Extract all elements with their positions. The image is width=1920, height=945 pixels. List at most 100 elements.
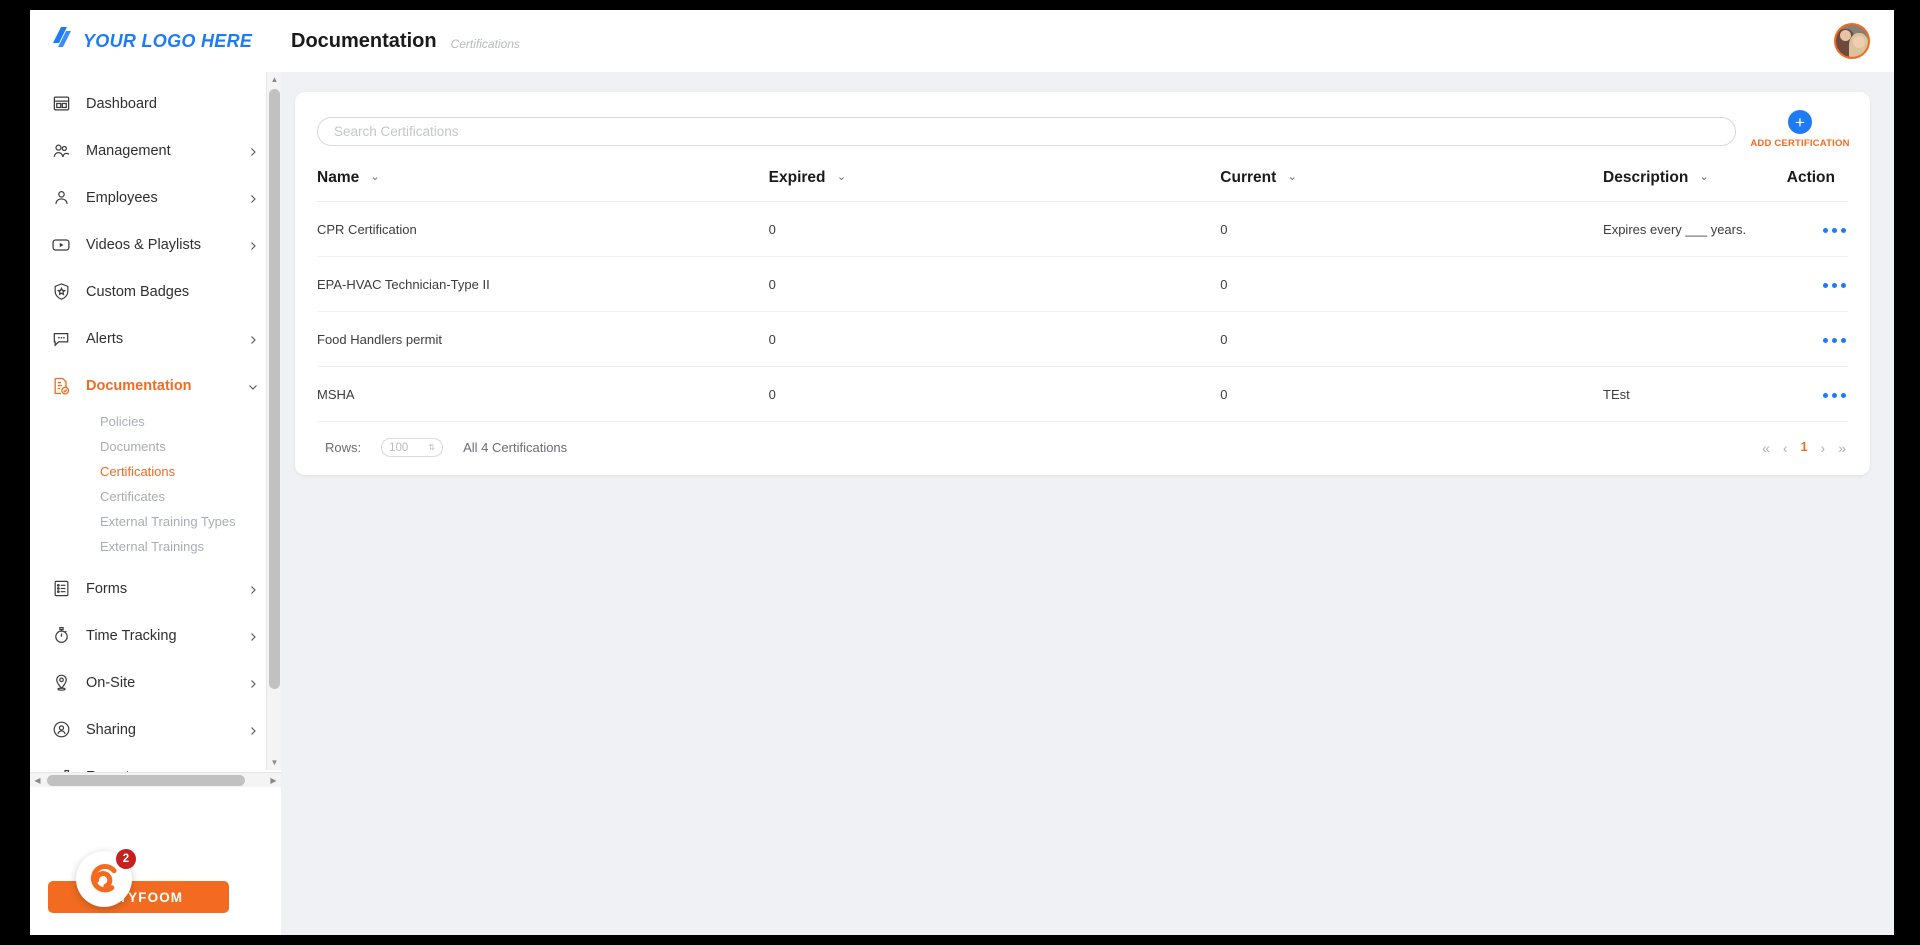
subnav-item-external-training-types[interactable]: External Training Types [30, 509, 281, 534]
page-subtitle: Certifications [451, 32, 520, 51]
column-header-action: Action [1787, 159, 1848, 202]
subnav-item-external-trainings[interactable]: External Trainings [30, 534, 281, 559]
column-header-expired[interactable]: Expired ⌄ [769, 159, 1221, 202]
dashboard-icon [50, 93, 72, 115]
search-input[interactable] [317, 117, 1736, 146]
sidebar-item-dashboard[interactable]: Dashboard [30, 80, 281, 127]
cell-description: Expires every ___ years. [1603, 202, 1787, 257]
table-row[interactable]: EPA-HVAC Technician-Type II 0 0 [317, 257, 1848, 312]
slash-mark-icon [50, 25, 74, 57]
stepper-updown-icon: ⇅ [428, 444, 435, 452]
table-row[interactable]: MSHA 0 0 TEst [317, 367, 1848, 422]
subnav-item-label: Certifications [100, 464, 175, 479]
cell-name: EPA-HVAC Technician-Type II [317, 257, 769, 312]
document-check-icon [50, 375, 72, 397]
avatar[interactable] [1834, 23, 1870, 59]
sidebar-item-sharing[interactable]: Sharing [30, 706, 281, 753]
subnav-item-label: Certificates [100, 489, 165, 504]
sidebar-item-label: Custom Badges [86, 284, 259, 300]
sidebar-vertical-scrollbar[interactable]: ▲ ▼ [266, 72, 281, 770]
sidebar-item-label: Employees [86, 190, 233, 206]
cell-name: Food Handlers permit [317, 312, 769, 367]
sidebar-item-employees[interactable]: Employees [30, 174, 281, 221]
avatar-face-left [1840, 30, 1851, 41]
cell-action [1787, 257, 1848, 312]
row-actions-menu-icon[interactable] [1821, 279, 1848, 292]
chevron-right-icon [247, 145, 259, 157]
cell-name: CPR Certification [317, 202, 769, 257]
tyfoom-brand-bar[interactable]: TYFOOM [48, 881, 229, 913]
chevron-down-icon[interactable]: ⌄ [1288, 170, 1297, 183]
subnav-item-label: Policies [100, 414, 145, 429]
column-header-description[interactable]: Description ⌄ [1603, 159, 1787, 202]
column-header-label: Expired [769, 169, 826, 186]
certifications-table: Name ⌄ Expired ⌄ Current ⌄ [317, 159, 1848, 422]
sidebar-item-label: Time Tracking [86, 628, 233, 644]
column-header-label: Description [1603, 169, 1688, 186]
table-row[interactable]: Food Handlers permit 0 0 [317, 312, 1848, 367]
scroll-right-arrow-icon[interactable]: ▶ [266, 773, 281, 788]
brand-logo-text: YOUR LOGO HERE [83, 31, 252, 52]
sidebar-item-videos-playlists[interactable]: Videos & Playlists [30, 221, 281, 268]
pagination-prev-button[interactable]: ‹ [1783, 441, 1788, 455]
column-header-current[interactable]: Current ⌄ [1220, 159, 1603, 202]
sidebar-item-on-site[interactable]: On-Site [30, 659, 281, 706]
scroll-down-arrow-icon[interactable]: ▼ [267, 755, 282, 770]
cell-action [1787, 312, 1848, 367]
subnav-item-certificates[interactable]: Certificates [30, 484, 281, 509]
chevron-down-icon[interactable]: ⌄ [1700, 170, 1709, 183]
sidebar-item-custom-badges[interactable]: Custom Badges [30, 268, 281, 315]
add-certification-label: ADD CERTIFICATION [1750, 138, 1849, 149]
shield-star-icon [50, 281, 72, 303]
rows-per-page-label: Rows: [325, 440, 361, 455]
subnav-item-policies[interactable]: Policies [30, 409, 281, 434]
chevron-down-icon[interactable]: ⌄ [371, 170, 380, 183]
row-actions-menu-icon[interactable] [1821, 334, 1848, 347]
rows-per-page-select[interactable]: 100 ⇅ [381, 438, 443, 457]
tyfoom-support-launcher[interactable]: 2 [76, 851, 132, 907]
sidebar-nav-scroll-area: Dashboard Management [30, 72, 281, 842]
subnav-item-label: Documents [100, 439, 166, 454]
table-body: CPR Certification 0 0 Expires every ___ … [317, 202, 1848, 422]
sidebar-item-label: Videos & Playlists [86, 237, 233, 253]
sidebar-item-forms[interactable]: Forms [30, 565, 281, 612]
page-title: Documentation [291, 30, 437, 53]
sidebar-item-alerts[interactable]: Alerts [30, 315, 281, 362]
add-certification-button[interactable]: + ADD CERTIFICATION [1752, 110, 1848, 149]
pagination-last-button[interactable]: » [1838, 441, 1846, 455]
chevron-right-icon [247, 192, 259, 204]
cell-description [1603, 312, 1787, 367]
stopwatch-icon [50, 625, 72, 647]
sidebar-item-time-tracking[interactable]: Time Tracking [30, 612, 281, 659]
scroll-up-arrow-icon[interactable]: ▲ [267, 72, 282, 87]
row-actions-menu-icon[interactable] [1821, 224, 1848, 237]
pagination-page-1[interactable]: 1 [1801, 441, 1808, 454]
avatar-face-right [1853, 36, 1865, 48]
column-header-name[interactable]: Name ⌄ [317, 159, 769, 202]
cell-name: MSHA [317, 367, 769, 422]
sidebar-item-documentation[interactable]: Documentation [30, 362, 281, 409]
cell-expired: 0 [769, 367, 1221, 422]
video-play-icon [50, 234, 72, 256]
subnav-item-documents[interactable]: Documents [30, 434, 281, 459]
chevron-down-icon[interactable]: ⌄ [837, 170, 846, 183]
brand-logo[interactable]: YOUR LOGO HERE [30, 10, 281, 72]
documentation-subnav: Policies Documents Certifications Certif… [30, 409, 281, 565]
sidebar-horizontal-scrollbar[interactable]: ◀ ▶ [30, 772, 281, 787]
subnav-item-certifications[interactable]: Certifications [30, 459, 281, 484]
scroll-left-arrow-icon[interactable]: ◀ [30, 773, 45, 788]
sidebar-item-management[interactable]: Management [30, 127, 281, 174]
table-row[interactable]: CPR Certification 0 0 Expires every ___ … [317, 202, 1848, 257]
row-actions-menu-icon[interactable] [1821, 389, 1848, 402]
scrollbar-thumb-horizontal[interactable] [47, 775, 245, 786]
scrollbar-thumb-vertical[interactable] [269, 89, 280, 689]
cell-current: 0 [1220, 367, 1603, 422]
subnav-item-label: External Training Types [100, 514, 236, 529]
pagination-next-button[interactable]: › [1821, 441, 1826, 455]
table-head: Name ⌄ Expired ⌄ Current ⌄ [317, 159, 1848, 202]
top-header: Documentation Certifications [281, 10, 1894, 72]
subnav-item-label: External Trainings [100, 539, 204, 554]
form-list-icon [50, 578, 72, 600]
cell-current: 0 [1220, 202, 1603, 257]
pagination-first-button[interactable]: « [1762, 441, 1770, 455]
